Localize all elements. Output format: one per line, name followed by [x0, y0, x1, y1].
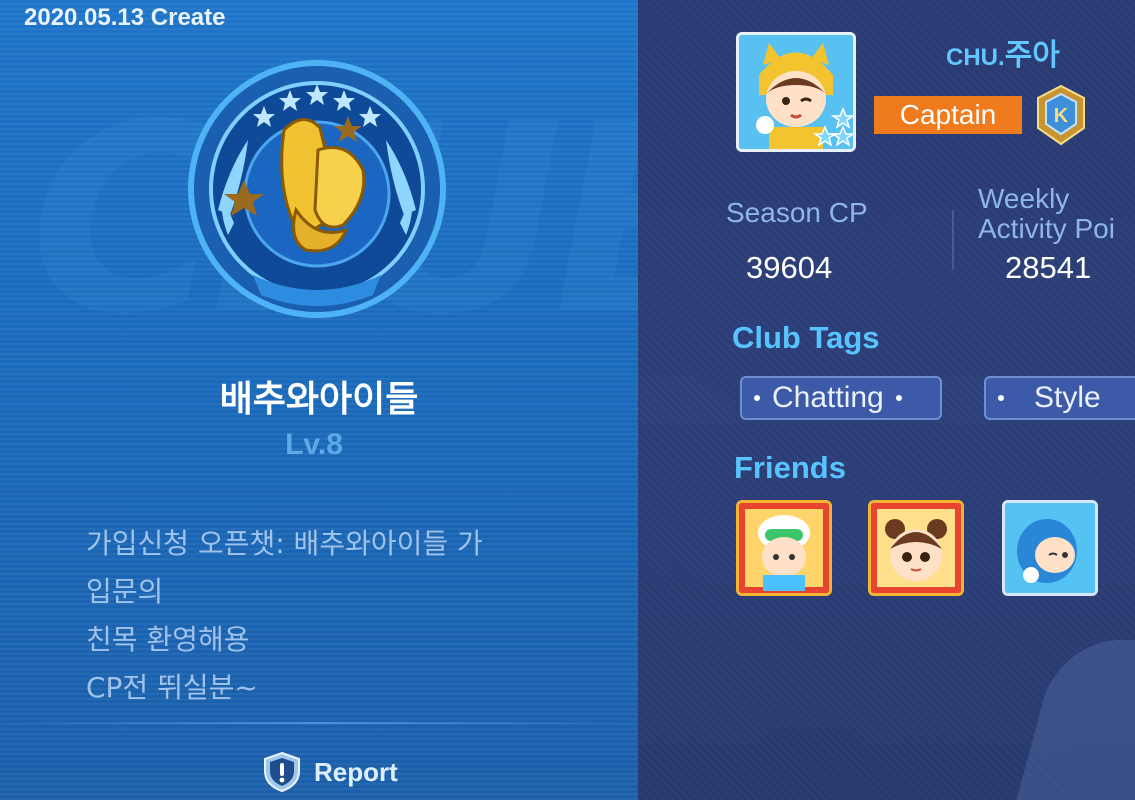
club-created-date: 2020.05.13 Create [24, 4, 226, 31]
tag-style[interactable]: Style [984, 376, 1135, 420]
tag-chatting[interactable]: Chatting [740, 376, 942, 420]
club-details-panel: CHU.주아 Captain K Season CP 39604 Weekly … [638, 0, 1135, 800]
club-tags-title: Club Tags [732, 320, 880, 355]
description-line: CP전 뛰실분~ [86, 671, 258, 704]
captain-name[interactable]: CHU.주아 [946, 30, 1060, 74]
description-line: 가입신청 오픈챗: 배추와아이들 가 [86, 527, 483, 560]
captain-role-badge: Captain [874, 96, 1022, 134]
friend-avatar[interactable] [868, 500, 964, 596]
friend-character-icon [739, 503, 829, 593]
tag-dot-icon [895, 395, 902, 401]
captain-avatar[interactable] [736, 32, 856, 152]
description-line: 입문의 [86, 575, 164, 608]
tag-label: Chatting [772, 381, 884, 414]
tag-label: Style [1034, 381, 1101, 414]
captain-name-prefix: CHU. [946, 44, 1005, 71]
club-level: Lv.8 [285, 428, 343, 461]
stat-divider [952, 210, 954, 270]
tag-dot-icon [754, 395, 760, 401]
friend-character-icon [871, 503, 961, 593]
club-name: 배추와아이들 [219, 379, 419, 420]
divider [0, 722, 638, 724]
description-line: 친목 환영해용 [86, 623, 250, 656]
friend-avatar[interactable] [736, 500, 832, 596]
friend-character-icon [1005, 503, 1095, 593]
svg-text:K: K [1054, 105, 1069, 127]
friend-avatar[interactable] [1002, 500, 1098, 596]
weekly-activity-value: 28541 [1005, 250, 1092, 285]
club-description: 가입신청 오픈챗: 배추와아이들 가 입문의 친목 환영해용 CP전 뛰실분~ [86, 520, 606, 712]
weekly-activity-label-line2: Activity Poi [978, 213, 1115, 244]
rank-emblem-icon: K [1037, 84, 1085, 146]
club-info-panel: CLUB 2020.05.13 Create 배추와아이들 Lv.8 [0, 0, 638, 800]
report-button[interactable]: Report [262, 750, 398, 794]
season-cp-label: Season CP [726, 197, 868, 228]
friends-title: Friends [734, 450, 846, 485]
captain-name-text: 주아 [1004, 38, 1060, 73]
stars-badge-icon [812, 107, 853, 147]
report-label: Report [314, 756, 398, 787]
weekly-activity-label-line1: Weekly [978, 183, 1070, 214]
season-cp-value: 39604 [746, 250, 833, 285]
tag-dot-icon [998, 395, 1004, 401]
shield-warning-icon [264, 751, 300, 793]
club-emblem-icon [188, 60, 446, 318]
